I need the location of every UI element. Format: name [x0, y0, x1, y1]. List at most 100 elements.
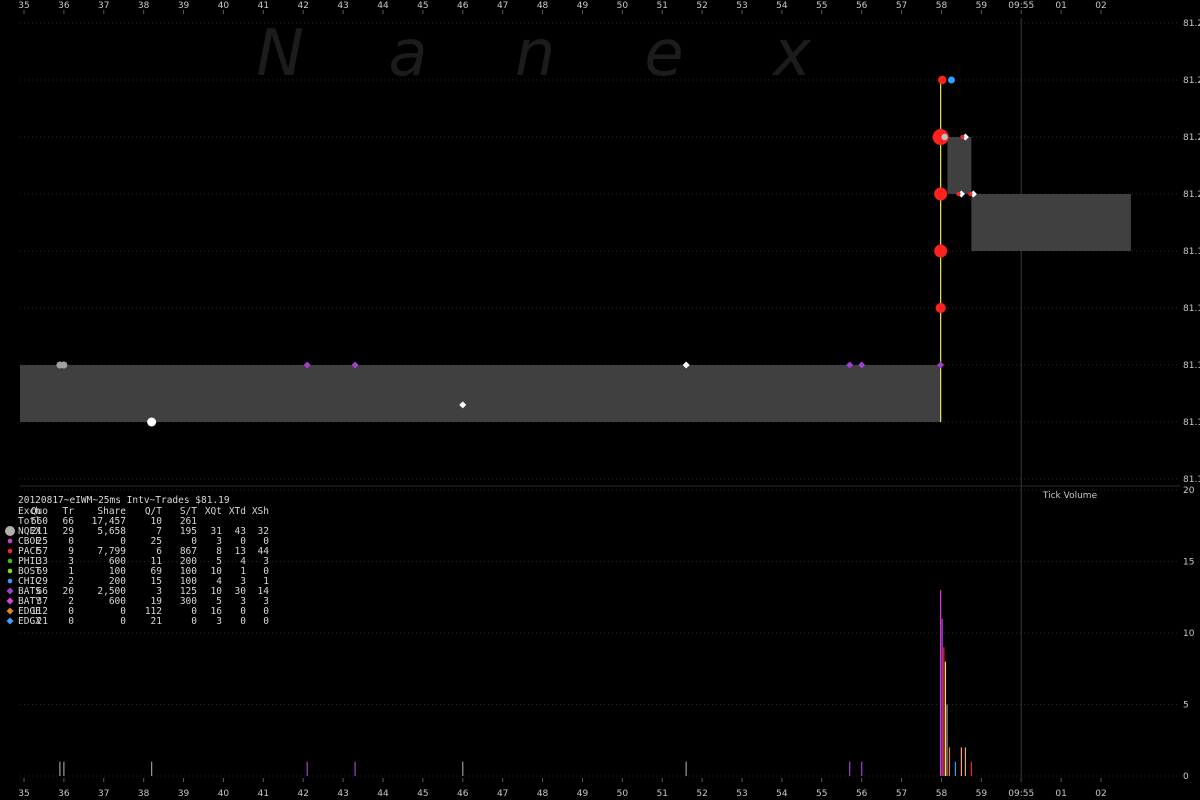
- x-tick-label-top: 52: [696, 1, 707, 11]
- legend-marker: [7, 558, 13, 564]
- quote-accent: [956, 192, 961, 196]
- legend-marker: [7, 548, 13, 554]
- x-tick-label-bottom: 42: [297, 789, 308, 799]
- x-tick-label-top: 48: [537, 1, 549, 11]
- x-tick-label-bottom: 59: [976, 789, 988, 799]
- price-tick-label: 81.19: [1183, 247, 1200, 257]
- quote-marker-edge-large: [147, 417, 157, 427]
- x-tick-label-bottom: 40: [218, 789, 230, 799]
- x-tick-label-bottom: 51: [657, 789, 668, 799]
- volume-tick-label: 0: [1183, 772, 1189, 782]
- x-tick-label-top: 57: [896, 1, 907, 11]
- x-tick-label-bottom: 45: [417, 789, 428, 799]
- trade-marker: [934, 187, 948, 201]
- nanex-chart: Nanex 3535363637373838393940404141424243…: [5, 1, 1200, 799]
- x-tick-label-bottom: 52: [696, 789, 707, 799]
- x-tick-label-bottom: 54: [776, 789, 788, 799]
- info-title: 20120817~eIWM~25ms Intv~Trades $81.19: [18, 495, 230, 506]
- x-tick-label-top: 53: [736, 1, 747, 11]
- x-tick-label-bottom: 09:55: [1008, 789, 1034, 799]
- price-tick-label: 81.16: [1183, 418, 1200, 428]
- x-tick-label-bottom: 46: [457, 789, 469, 799]
- info-row-cell: 0: [240, 616, 246, 627]
- x-tick-label-top: 43: [337, 1, 348, 11]
- price-tick-label: 81.15: [1183, 475, 1200, 485]
- tick-volume-title: Tick Volume: [1042, 491, 1098, 501]
- nbbo-band: [20, 365, 941, 422]
- price-tick-label: 81.21: [1183, 133, 1200, 143]
- x-tick-label-top: 42: [297, 1, 308, 11]
- x-tick-label-top: 44: [377, 1, 389, 11]
- x-tick-label-bottom: 48: [537, 789, 549, 799]
- x-tick-label-top: 59: [976, 1, 988, 11]
- price-tick-label: 81.22: [1183, 76, 1200, 86]
- chart-root: Nanex 35 35 36 36 37 37 38 38 39 39 40 40 41 41 42 42 43…: [0, 0, 1200, 800]
- x-tick-label-top: 56: [856, 1, 868, 11]
- x-tick-label-top: 41: [258, 1, 269, 11]
- x-tick-label-top: 37: [98, 1, 109, 11]
- nbbo-band: [971, 194, 1131, 251]
- info-row-cell: 0: [263, 616, 269, 627]
- info-row-cell: 0: [68, 616, 74, 627]
- legend-marker: [6, 597, 14, 605]
- legend-marker: [6, 617, 14, 625]
- price-tick-label: 81.18: [1183, 304, 1200, 314]
- x-tick-label-top: 49: [577, 1, 589, 11]
- x-tick-label-bottom: 41: [258, 789, 269, 799]
- info-row-cell: 0: [120, 616, 126, 627]
- watermark-letter: x: [771, 17, 812, 91]
- quote-accent: [968, 192, 973, 196]
- trade-marker: [935, 303, 946, 313]
- info-row-cell: 0: [191, 616, 197, 627]
- quote-marker-nqex: [60, 361, 68, 369]
- x-tick-label-top: 01: [1055, 1, 1066, 11]
- x-tick-label-top: 46: [457, 1, 469, 11]
- x-tick-label-bottom: 44: [377, 789, 389, 799]
- x-tick-label-top: 35: [18, 1, 29, 11]
- info-header-cell: XTd: [229, 506, 246, 517]
- x-tick-label-bottom: 57: [896, 789, 907, 799]
- trade-marker-overlay: [941, 133, 948, 141]
- legend-marker: [7, 538, 13, 544]
- legend-marker: [6, 587, 14, 595]
- volume-tick-label: 5: [1183, 701, 1189, 711]
- x-tick-label-bottom: 50: [617, 789, 629, 799]
- info-panel: 20120817~eIWM~25ms Intv~Trades $81.19Exc…: [5, 495, 269, 627]
- price-tick-label: 81.17: [1183, 361, 1200, 371]
- trade-marker: [934, 244, 948, 258]
- price-tick-label: 81.23: [1183, 19, 1200, 29]
- x-tick-label-top: 45: [417, 1, 428, 11]
- x-tick-label-bottom: 36: [58, 789, 70, 799]
- x-tick-label-top: 39: [178, 1, 190, 11]
- x-tick-label-bottom: 02: [1095, 789, 1106, 799]
- x-tick-label-bottom: 35: [18, 789, 29, 799]
- x-tick-label-top: 02: [1095, 1, 1106, 11]
- x-tick-label-bottom: 47: [497, 789, 508, 799]
- info-row-cell: 21: [151, 616, 163, 627]
- legend-marker: [6, 607, 14, 615]
- x-tick-label-bottom: 56: [856, 789, 868, 799]
- legend-marker: [7, 568, 13, 574]
- x-tick-label-top: 51: [657, 1, 668, 11]
- x-tick-label-top: 54: [776, 1, 788, 11]
- info-row-cell: 21: [37, 616, 49, 627]
- info-header-cell: XQt: [205, 506, 222, 517]
- x-tick-label-top: 47: [497, 1, 508, 11]
- x-tick-label-bottom: 58: [936, 789, 948, 799]
- legend-marker: [7, 578, 13, 584]
- x-tick-label-bottom: 49: [577, 789, 589, 799]
- x-tick-label-bottom: 53: [736, 789, 747, 799]
- info-header-cell: XSh: [252, 506, 269, 517]
- x-tick-label-bottom: 01: [1055, 789, 1066, 799]
- x-tick-label-bottom: 43: [337, 789, 348, 799]
- x-tick-label-bottom: 39: [178, 789, 190, 799]
- x-tick-label-top: 09:55: [1008, 1, 1034, 11]
- x-tick-label-top: 58: [936, 1, 948, 11]
- nbbo-band: [947, 137, 972, 194]
- x-tick-label-top: 50: [617, 1, 629, 11]
- price-tick-label: 81.20: [1183, 190, 1200, 200]
- x-tick-label-bottom: 38: [138, 789, 150, 799]
- quote-marker-pacf: [938, 75, 947, 85]
- x-tick-label-top: 40: [218, 1, 230, 11]
- x-tick-label-bottom: 55: [816, 789, 827, 799]
